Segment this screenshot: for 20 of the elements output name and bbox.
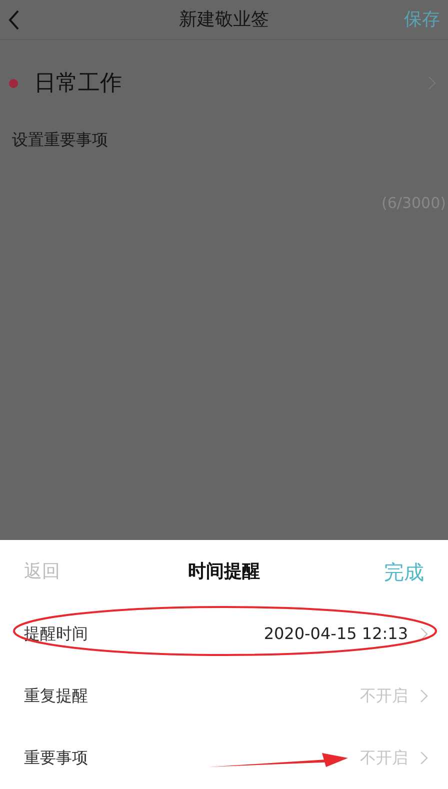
settings-row[interactable]: 重复提醒 不开启 [0,665,448,727]
save-button[interactable]: 保存 [404,6,440,33]
settings-row[interactable]: 重要事项 不开启 [0,727,448,789]
sheet-title: 时间提醒 [188,560,260,584]
category-name[interactable]: 日常工作 [34,66,122,100]
back-button[interactable]: 返回 [24,558,60,585]
row-label: 重要事项 [24,747,88,769]
row-label: 重复提醒 [24,685,88,707]
page-title: 新建敬业签 [179,8,269,32]
done-button[interactable]: 完成 [384,556,424,586]
row-value: 不开启 [360,747,408,769]
chevron-right-icon [420,689,428,703]
chevron-right-icon [420,751,428,765]
note-text[interactable]: 设置重要事项 [12,128,436,152]
row-value: 2020-04-15 12:13 [264,623,408,645]
back-icon[interactable] [8,10,20,30]
chevron-right-icon [420,627,428,641]
row-value: 不开启 [360,685,408,707]
settings-row[interactable]: 提醒时间 2020-04-15 12:13 [0,603,448,665]
row-label: 提醒时间 [24,623,88,645]
